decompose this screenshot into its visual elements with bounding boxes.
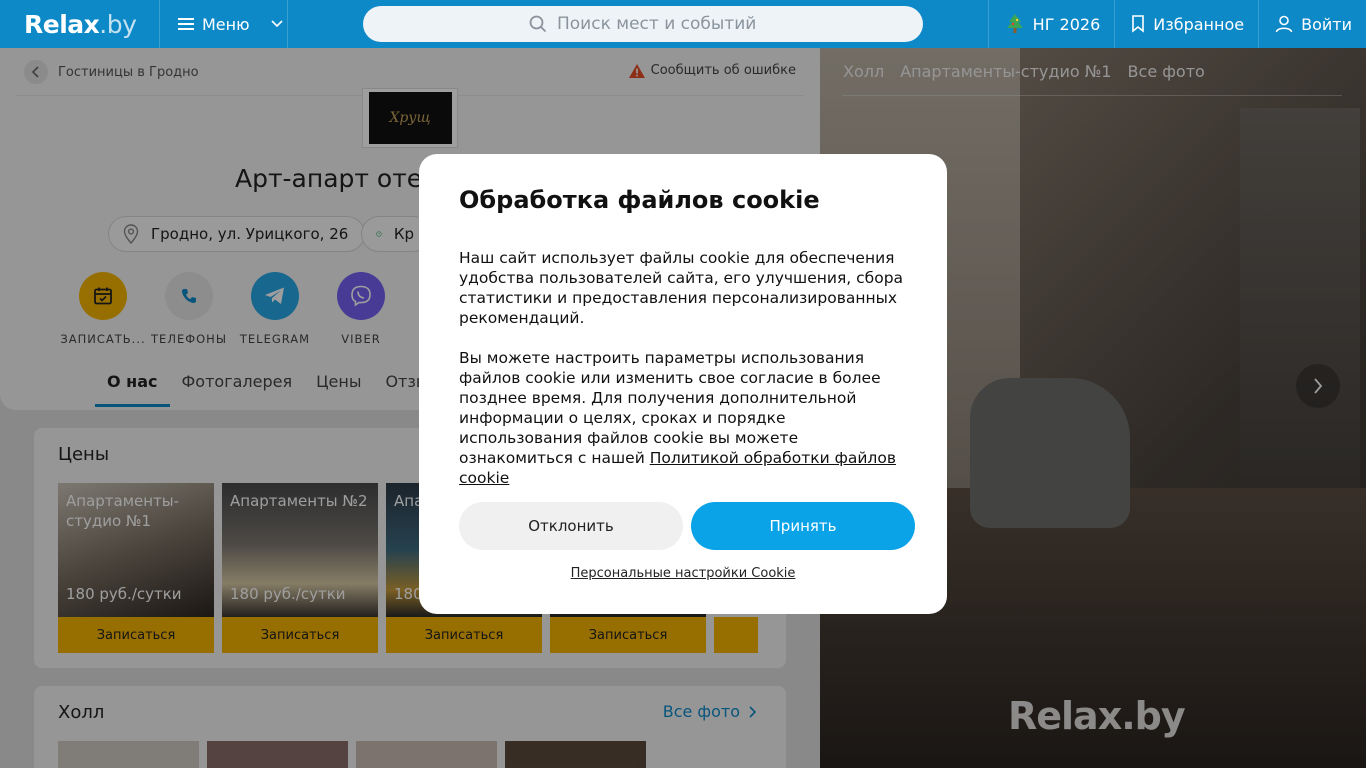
search-placeholder: Поиск мест и событий — [557, 14, 757, 34]
top-header: Relax .by Меню Поиск мест и событий НГ 20… — [0, 0, 1366, 48]
search-icon — [529, 15, 547, 33]
menu-button[interactable]: Меню — [160, 0, 288, 48]
logo-text: Relax — [24, 9, 100, 39]
cookie-text-2: Вы можете настроить параметры использова… — [459, 348, 907, 488]
bookmark-icon — [1132, 15, 1145, 33]
menu-label: Меню — [202, 14, 250, 34]
cookie-buttons: Отклонить Принять — [459, 502, 915, 550]
personal-cookie-settings-link[interactable]: Персональные настройки Cookie — [419, 566, 947, 581]
favorites-link[interactable]: Избранное — [1114, 0, 1258, 48]
logo-suffix: .by — [99, 9, 137, 39]
new-year-label: НГ 2026 — [1032, 14, 1101, 34]
christmas-tree-icon — [1006, 14, 1023, 33]
cookie-title: Обработка файлов cookie — [459, 186, 820, 214]
user-icon — [1275, 15, 1293, 33]
chevron-down-icon — [271, 20, 283, 28]
search-input[interactable]: Поиск мест и событий — [363, 6, 923, 42]
cookie-text-1: Наш сайт использует файлы cookie для обе… — [459, 249, 904, 327]
login-label: Войти — [1301, 14, 1352, 34]
favorites-label: Избранное — [1153, 14, 1245, 34]
decline-button[interactable]: Отклонить — [459, 502, 683, 550]
cookie-dialog: Обработка файлов cookie Наш сайт использ… — [419, 154, 947, 614]
hamburger-icon — [178, 18, 194, 30]
accept-button[interactable]: Принять — [691, 502, 915, 550]
login-link[interactable]: Войти — [1258, 0, 1366, 48]
site-logo[interactable]: Relax .by — [0, 0, 160, 48]
new-year-link[interactable]: НГ 2026 — [987, 0, 1115, 48]
